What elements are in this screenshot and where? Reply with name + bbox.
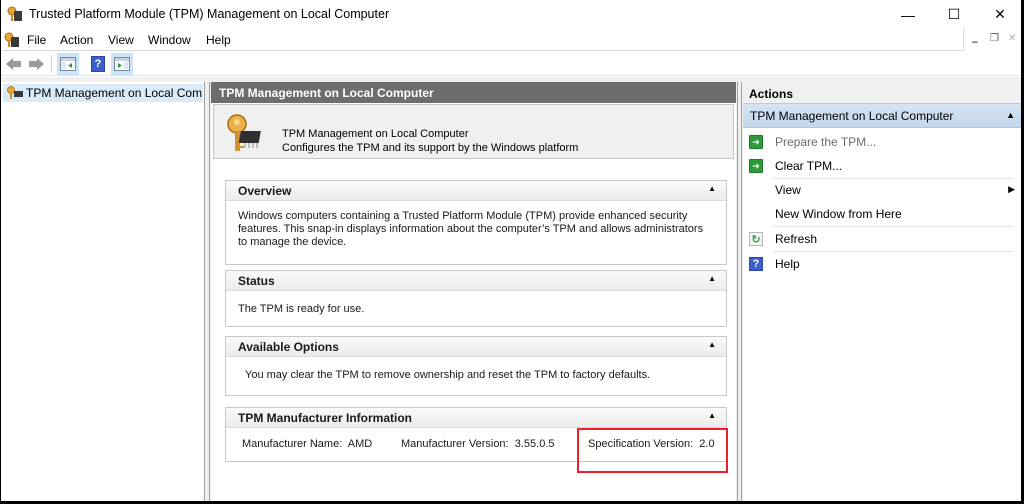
overview-section: Overview ▲ Windows computers containing … xyxy=(225,180,727,265)
manufacturer-info-header[interactable]: TPM Manufacturer Information ▲ xyxy=(226,408,726,428)
collapse-icon[interactable]: ▲ xyxy=(708,411,716,420)
help-icon: ? xyxy=(91,56,105,72)
result-pane-header: TPM Management on Local Computer xyxy=(211,82,736,103)
available-options-title: Available Options xyxy=(238,340,339,354)
overview-title: Overview xyxy=(238,184,292,198)
action-label: Prepare the TPM... xyxy=(775,135,877,149)
mdi-controls: ‗ ❐ ✕ xyxy=(963,29,1021,51)
manufacturer-name-value: AMD xyxy=(347,438,373,450)
collapse-up-icon[interactable]: ▲ xyxy=(1006,110,1015,120)
action-label: New Window from Here xyxy=(775,207,902,221)
mmc-window: Trusted Platform Module (TPM) Management… xyxy=(1,0,1021,501)
action-label: Clear TPM... xyxy=(775,159,843,173)
action-new-window[interactable]: New Window from Here xyxy=(743,202,1021,226)
refresh-icon: ↻ xyxy=(749,232,763,246)
mdi-close-icon[interactable]: ✕ xyxy=(1008,33,1016,44)
minimize-icon: — xyxy=(901,6,915,23)
banner-title: TPM Management on Local Computer xyxy=(282,128,469,140)
green-arrow-icon: ➔ xyxy=(749,135,763,149)
overview-text: Windows computers containing a Trusted P… xyxy=(238,210,704,248)
tpm-key-icon[interactable] xyxy=(4,32,20,48)
manufacturer-name-label: Manufacturer Name: xyxy=(242,438,343,450)
close-button[interactable]: ✕ xyxy=(977,0,1021,29)
actions-splitter[interactable] xyxy=(737,82,742,501)
menu-file[interactable]: File xyxy=(27,33,46,47)
pane-area: TPM Management on Local Computer TPM Man… xyxy=(1,77,1021,501)
tpm-key-chip-icon xyxy=(227,114,261,151)
manufacturer-info-title: TPM Manufacturer Information xyxy=(238,411,413,425)
manufacturer-version: Manufacturer Version: 3.55.0.5 xyxy=(401,438,555,450)
maximize-button[interactable]: ☐ xyxy=(931,0,977,29)
mdi-restore-icon[interactable]: ❐ xyxy=(990,33,999,44)
action-prepare-tpm[interactable]: ➔ Prepare the TPM... xyxy=(743,130,1021,154)
help-icon: ? xyxy=(749,257,763,271)
available-options-section: Available Options ▲ You may clear the TP… xyxy=(225,336,727,396)
help-button[interactable]: ? xyxy=(87,53,109,75)
manufacturer-version-label: Manufacturer Version: xyxy=(401,438,509,450)
console-tree: TPM Management on Local Computer xyxy=(1,82,205,501)
actions-header: Actions xyxy=(743,82,1021,104)
toolbar-separator xyxy=(51,55,52,73)
action-clear-tpm[interactable]: ➔ Clear TPM... xyxy=(743,154,1021,178)
actions-group-header[interactable]: TPM Management on Local Computer ▲ xyxy=(743,104,1021,128)
status-header[interactable]: Status ▲ xyxy=(226,271,726,291)
tree-item-label: TPM Management on Local Computer xyxy=(26,86,203,100)
status-title: Status xyxy=(238,274,275,288)
show-hide-action-pane-button[interactable] xyxy=(111,53,133,75)
tpm-key-icon xyxy=(7,86,23,99)
collapse-icon[interactable]: ▲ xyxy=(708,340,716,349)
action-help[interactable]: ? Help xyxy=(743,252,1021,276)
submenu-arrow-icon: ▶ xyxy=(1008,184,1015,194)
toolbar: ? xyxy=(1,52,1021,76)
overview-header[interactable]: Overview ▲ xyxy=(226,181,726,201)
action-label: Refresh xyxy=(775,232,818,246)
back-arrow-icon xyxy=(6,58,21,70)
collapse-icon[interactable]: ▲ xyxy=(708,274,716,283)
green-arrow-icon: ➔ xyxy=(749,159,763,173)
action-view[interactable]: View ▶ xyxy=(743,178,1021,202)
close-icon: ✕ xyxy=(994,6,1006,22)
snapin-banner: TPM Management on Local Computer Configu… xyxy=(213,104,734,159)
tpm-key-icon xyxy=(7,6,22,21)
tree-item-tpm-management[interactable]: TPM Management on Local Computer xyxy=(3,84,203,102)
action-pane-icon xyxy=(114,57,130,71)
menu-action[interactable]: Action xyxy=(60,33,93,47)
result-pane: TPM Management on Local Computer TPM Man… xyxy=(211,82,736,501)
tree-splitter[interactable] xyxy=(206,82,210,501)
status-text: The TPM is ready for use. xyxy=(238,303,365,315)
forward-button[interactable] xyxy=(25,53,47,75)
specification-version-highlight xyxy=(577,428,728,473)
available-options-text: You may clear the TPM to remove ownershi… xyxy=(245,369,651,381)
menu-view[interactable]: View xyxy=(108,33,134,47)
console-tree-icon xyxy=(60,57,76,71)
menu-bar: File Action View Window Help ‗ ❐ ✕ xyxy=(1,29,1021,51)
manufacturer-name: Manufacturer Name: AMD xyxy=(242,438,372,450)
window-title: Trusted Platform Module (TPM) Management… xyxy=(29,7,390,21)
actions-pane: Actions TPM Management on Local Computer… xyxy=(743,82,1021,501)
maximize-icon: ☐ xyxy=(947,6,961,22)
action-label: View xyxy=(775,183,801,197)
action-refresh[interactable]: ↻ Refresh xyxy=(743,227,1021,251)
title-bar: Trusted Platform Module (TPM) Management… xyxy=(1,0,1021,29)
menu-help[interactable]: Help xyxy=(206,33,231,47)
minimize-button[interactable]: — xyxy=(885,0,931,29)
action-label: Help xyxy=(775,257,800,271)
show-hide-console-tree-button[interactable] xyxy=(57,53,79,75)
status-section: Status ▲ The TPM is ready for use. xyxy=(225,270,727,327)
forward-arrow-icon xyxy=(29,58,44,70)
actions-group-label: TPM Management on Local Computer xyxy=(750,109,954,123)
mdi-minimize-icon[interactable]: ‗ xyxy=(972,33,978,44)
manufacturer-version-value: 3.55.0.5 xyxy=(514,438,555,450)
collapse-icon[interactable]: ▲ xyxy=(708,184,716,193)
back-button[interactable] xyxy=(3,53,25,75)
banner-subtitle: Configures the TPM and its support by th… xyxy=(282,142,579,154)
menu-window[interactable]: Window xyxy=(148,33,191,47)
available-options-header[interactable]: Available Options ▲ xyxy=(226,337,726,357)
